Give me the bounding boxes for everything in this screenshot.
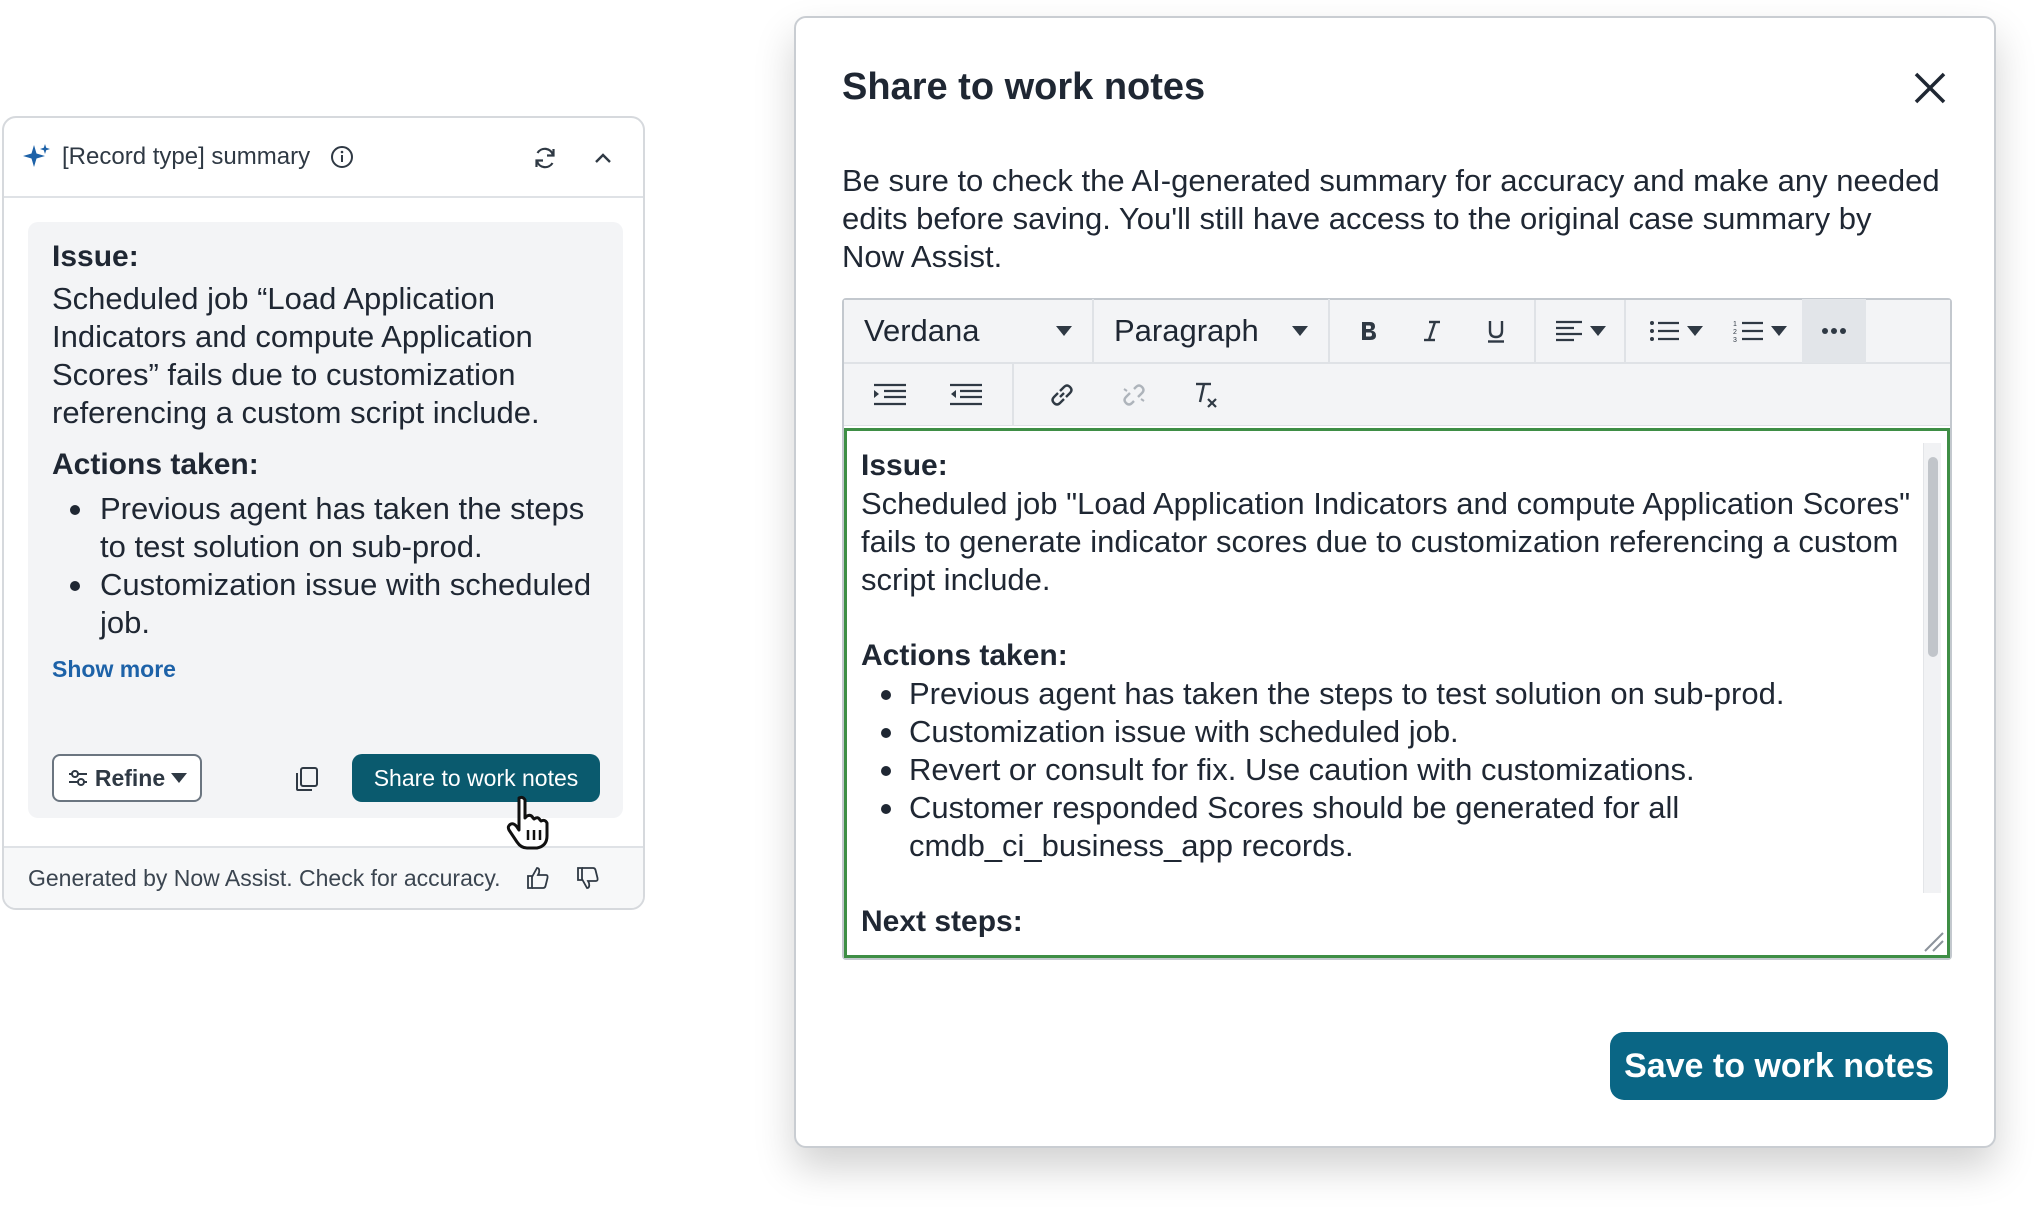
caret-down-icon — [1056, 326, 1072, 336]
editor-toolbar-row-2 — [844, 364, 1950, 426]
font-family-value: Verdana — [864, 313, 980, 348]
editor-issue-text: Scheduled job "Load Application Indicato… — [861, 486, 1911, 597]
hand-pointer-icon — [506, 795, 549, 850]
editor-next-steps-heading: Next steps: — [861, 905, 1023, 938]
indent-group — [844, 364, 1014, 425]
refine-button[interactable]: Refine — [52, 754, 202, 802]
close-icon[interactable] — [1910, 68, 1950, 108]
italic-icon — [1424, 320, 1440, 342]
caret-down-icon — [1590, 326, 1606, 336]
refresh-button[interactable] — [529, 142, 561, 174]
dialog-title: Share to work notes — [842, 66, 1206, 108]
share-to-work-notes-dialog: Share to work notes Be sure to check the… — [794, 16, 1996, 1148]
chevron-up-icon — [595, 153, 611, 163]
clear-format-icon — [1196, 382, 1217, 408]
actions-heading: Actions taken: — [52, 448, 259, 481]
list-item: Revert or consult for fix. Use caution w… — [861, 751, 1911, 789]
outdent-icon — [950, 383, 982, 405]
sparkle-icon — [23, 144, 50, 167]
more-icon — [1822, 328, 1846, 334]
clear-formatting-button[interactable] — [1170, 363, 1242, 427]
rich-text-editor: Verdana Paragraph 1 2 3 Issue: Scheduled… — [842, 298, 1952, 960]
caret-down-icon — [1292, 326, 1308, 336]
editor-content-area[interactable]: Issue: Scheduled job "Load Application I… — [844, 428, 1950, 958]
actions-list: Previous agent has taken the steps to te… — [52, 490, 599, 642]
thumbs-up-icon[interactable] — [525, 865, 551, 891]
list-item: Previous agent has taken the steps to te… — [52, 490, 599, 566]
list-item: Customer responded Scores should be gene… — [861, 789, 1911, 865]
sliders-icon — [68, 770, 87, 786]
editor-issue-heading: Issue: — [861, 449, 948, 482]
remove-link-button[interactable] — [1098, 363, 1170, 427]
issue-heading: Issue: — [52, 240, 139, 273]
show-more-link[interactable]: Show more — [52, 656, 176, 683]
block-format-select[interactable]: Paragraph — [1094, 299, 1330, 363]
bullet-list-icon — [1650, 321, 1679, 341]
info-icon[interactable] — [330, 145, 354, 169]
caret-down-icon — [1687, 326, 1703, 336]
italic-button[interactable] — [1400, 299, 1464, 363]
share-to-work-notes-button[interactable]: Share to work notes — [352, 754, 600, 802]
align-left-icon — [1556, 320, 1582, 342]
editor-actions-list: Previous agent has taken the steps to te… — [861, 675, 1933, 865]
summary-card-title: [Record type] summary — [62, 143, 311, 170]
svg-text:3: 3 — [1733, 337, 1737, 344]
indent-icon — [874, 383, 906, 405]
insert-link-button[interactable] — [1026, 363, 1098, 427]
copy-icon[interactable] — [292, 764, 322, 794]
dialog-description: Be sure to check the AI-generated summar… — [842, 163, 1940, 274]
underline-button[interactable] — [1464, 299, 1528, 363]
summary-card-header: [Record type] summary — [4, 118, 643, 198]
thumbs-down-icon[interactable] — [575, 865, 601, 891]
summary-card-footer: Generated by Now Assist. Check for accur… — [4, 846, 643, 908]
more-tools-button[interactable] — [1802, 299, 1866, 363]
align-dropdown[interactable] — [1542, 299, 1618, 363]
issue-text: Scheduled job “Load Application Indicato… — [52, 281, 540, 430]
text-style-group — [1330, 300, 1536, 362]
editor-actions-heading: Actions taken: — [861, 639, 1068, 672]
link-icon — [1051, 383, 1073, 406]
collapse-button[interactable] — [587, 142, 619, 174]
disclaimer-text: Generated by Now Assist. Check for accur… — [28, 864, 501, 891]
svg-text:2: 2 — [1733, 329, 1737, 336]
bold-icon — [1362, 322, 1376, 340]
align-group — [1536, 300, 1626, 362]
outdent-button[interactable] — [928, 363, 1004, 427]
editor-scrollbar[interactable] — [1923, 443, 1941, 893]
save-to-work-notes-button[interactable]: Save to work notes — [1610, 1032, 1948, 1100]
block-format-value: Paragraph — [1114, 313, 1259, 348]
underline-icon — [1488, 321, 1504, 343]
list-item: Customization issue with scheduled job. — [52, 566, 599, 642]
numbered-list-dropdown[interactable]: 1 2 3 — [1718, 299, 1802, 363]
numbered-list-icon: 1 2 3 — [1733, 321, 1763, 344]
caret-down-icon — [171, 773, 188, 783]
caret-down-icon — [1771, 326, 1787, 336]
resize-handle-icon[interactable] — [1919, 927, 1945, 953]
list-item: Customization issue with scheduled job. — [861, 713, 1911, 751]
summary-card: [Record type] summary Issue: Scheduled j… — [2, 116, 645, 910]
scrollbar-thumb[interactable] — [1928, 457, 1938, 657]
bullet-list-dropdown[interactable] — [1634, 299, 1718, 363]
summary-content: Issue: Scheduled job “Load Application I… — [28, 222, 623, 818]
unlink-icon — [1123, 383, 1145, 406]
refine-label: Refine — [94, 764, 166, 791]
refresh-icon — [535, 147, 555, 169]
list-item: Previous agent has taken the steps to te… — [861, 675, 1911, 713]
font-family-select[interactable]: Verdana — [844, 299, 1094, 363]
indent-button[interactable] — [852, 363, 928, 427]
bold-button[interactable] — [1336, 299, 1400, 363]
editor-toolbar-row-1: Verdana Paragraph 1 2 3 — [844, 299, 1950, 364]
svg-text:1: 1 — [1733, 321, 1737, 328]
